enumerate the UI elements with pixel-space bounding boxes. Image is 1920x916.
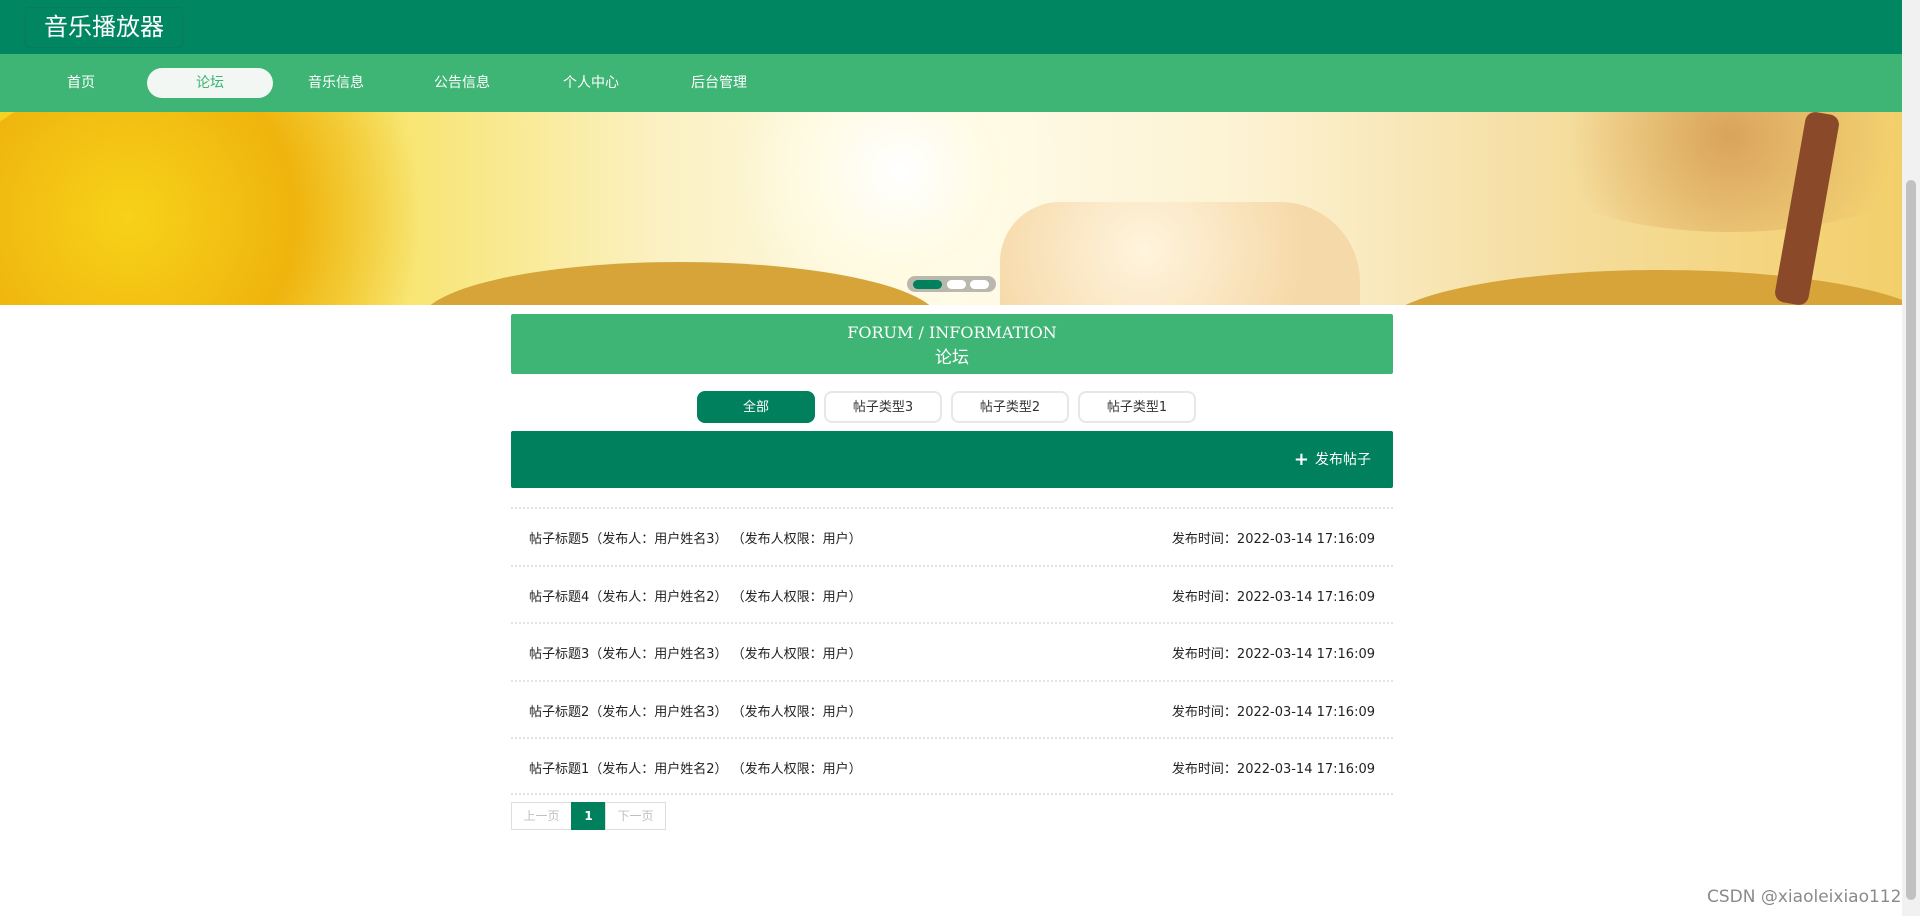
- banner-foliage-right: [1520, 112, 1902, 232]
- post-title[interactable]: 帖子标题3（发布人：用户姓名3） （发布人权限：用户）: [529, 643, 862, 662]
- main-nav: 首页 论坛 音乐信息 公告信息 个人中心 后台管理: [0, 54, 1902, 112]
- forum-heading-cn: 论坛: [935, 348, 969, 368]
- app-title[interactable]: 音乐播放器: [25, 7, 183, 48]
- filter-all[interactable]: 全部: [697, 391, 815, 423]
- post-time: 发布时间：2022-03-14 17:16:09: [1171, 532, 1375, 547]
- prev-page-button[interactable]: 上一页: [511, 802, 572, 830]
- post-time: 发布时间：2022-03-14 17:16:09: [1171, 589, 1375, 605]
- post-list: 帖子标题5（发布人：用户姓名3） （发布人权限：用户） 发布时间：2022-03…: [511, 507, 1393, 795]
- nav-item-personal-center[interactable]: 个人中心: [528, 68, 654, 98]
- carousel-dot-3[interactable]: [970, 280, 989, 289]
- filter-type-3[interactable]: 帖子类型3: [824, 391, 942, 423]
- post-title[interactable]: 帖子标题5（发布人：用户姓名3） （发布人权限：用户）: [529, 528, 862, 547]
- nav-item-home[interactable]: 首页: [18, 68, 144, 98]
- nav-item-announcements[interactable]: 公告信息: [399, 68, 525, 98]
- nav-item-music-info[interactable]: 音乐信息: [273, 68, 399, 98]
- watermark: CSDN @xiaoleixiao112: [1707, 887, 1902, 907]
- filter-type-2[interactable]: 帖子类型2: [951, 391, 1069, 423]
- scrollbar-thumb[interactable]: [1906, 180, 1916, 900]
- post-time: 发布时间：2022-03-14 17:16:09: [1171, 762, 1375, 777]
- carousel-dot-1[interactable]: [913, 280, 942, 289]
- plus-icon: +: [1293, 449, 1309, 470]
- nav-item-admin[interactable]: 后台管理: [656, 68, 782, 98]
- post-time: 发布时间：2022-03-14 17:16:09: [1171, 704, 1375, 720]
- banner-cloud: [1000, 202, 1360, 305]
- top-header: 音乐播放器: [0, 0, 1902, 54]
- publish-post-label: 发布帖子: [1315, 452, 1371, 468]
- post-row[interactable]: 帖子标题3（发布人：用户姓名3） （发布人权限：用户） 发布时间：2022-03…: [511, 622, 1393, 680]
- post-row[interactable]: 帖子标题4（发布人：用户姓名2） （发布人权限：用户） 发布时间：2022-03…: [511, 564, 1393, 623]
- carousel-indicators: [907, 276, 996, 292]
- post-title[interactable]: 帖子标题2（发布人：用户姓名3） （发布人权限：用户）: [529, 701, 862, 720]
- nav-item-forum[interactable]: 论坛: [147, 68, 273, 98]
- forum-heading: FORUM / INFORMATION 论坛: [511, 314, 1393, 374]
- filter-type-1[interactable]: 帖子类型1: [1078, 391, 1196, 423]
- post-row[interactable]: 帖子标题2（发布人：用户姓名3） （发布人权限：用户） 发布时间：2022-03…: [511, 679, 1393, 738]
- carousel-dot-2[interactable]: [947, 280, 966, 289]
- page-number-current[interactable]: 1: [571, 802, 606, 830]
- post-time: 发布时间：2022-03-14 17:16:09: [1171, 647, 1375, 662]
- forum-heading-en: FORUM / INFORMATION: [847, 323, 1057, 342]
- page-scrollbar[interactable]: [1902, 0, 1920, 916]
- banner-foliage-left: [0, 112, 520, 305]
- post-title[interactable]: 帖子标题1（发布人：用户姓名2） （发布人权限：用户）: [529, 758, 862, 777]
- post-toolbar: + 发布帖子: [511, 431, 1393, 488]
- post-title[interactable]: 帖子标题4（发布人：用户姓名2） （发布人权限：用户）: [529, 586, 862, 605]
- post-row[interactable]: 帖子标题5（发布人：用户姓名3） （发布人权限：用户） 发布时间：2022-03…: [511, 507, 1393, 565]
- post-row[interactable]: 帖子标题1（发布人：用户姓名2） （发布人权限：用户） 发布时间：2022-03…: [511, 737, 1393, 795]
- next-page-button[interactable]: 下一页: [605, 802, 666, 830]
- banner-hill-right: [1380, 270, 1902, 305]
- publish-post-button[interactable]: + 发布帖子: [1294, 449, 1371, 470]
